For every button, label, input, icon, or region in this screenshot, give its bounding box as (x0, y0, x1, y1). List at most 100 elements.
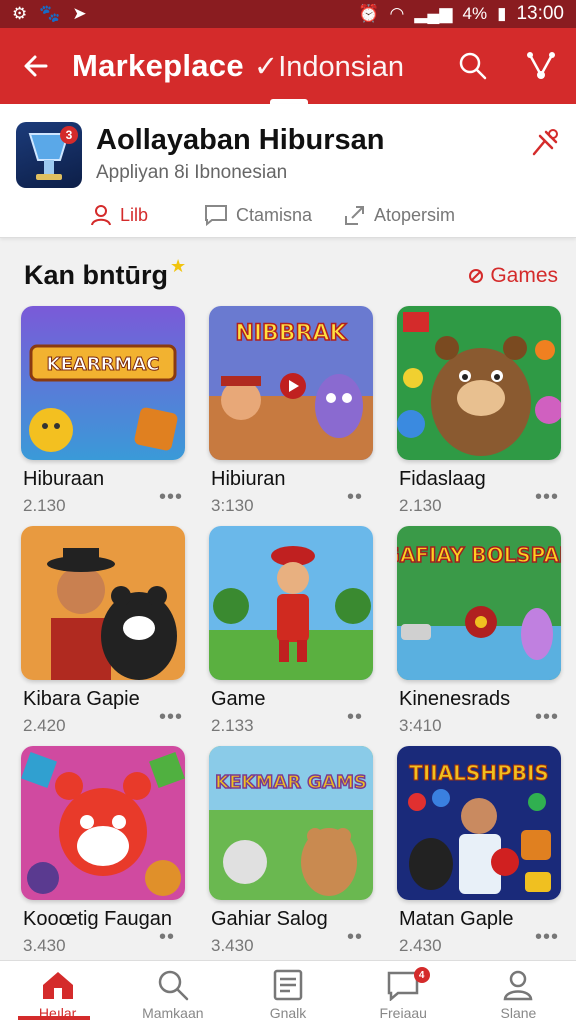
battery-icon: ▮ (497, 4, 507, 23)
games-link[interactable]: Games (468, 264, 558, 288)
battery-text: 4% (462, 4, 488, 23)
share-button[interactable] (516, 46, 566, 86)
clock: 13:00 (516, 3, 564, 24)
more-options-icon[interactable]: ••• (159, 706, 183, 729)
more-options-icon[interactable]: ••• (535, 706, 559, 729)
more-options-icon[interactable]: ••• (159, 486, 183, 509)
game-tile[interactable]: Kibara Gapie 2.420 ••• (21, 526, 185, 744)
game-tile[interactable]: GAFIAY BOLSPAK Kinenesrads 3:410 ••• (397, 526, 561, 744)
cat-icon: 🐾 (39, 4, 61, 23)
section-header: Kan bntūrg ★ Games (0, 250, 576, 300)
search-button[interactable] (448, 46, 498, 86)
more-options-icon[interactable]: ••• (535, 486, 559, 509)
game-count: 2.430 (399, 936, 442, 955)
user-action[interactable]: Lilb (90, 198, 148, 232)
share-icon (527, 52, 555, 79)
game-thumbnail (397, 306, 561, 460)
game-thumbnail: TIIALSHPBIS (397, 746, 561, 900)
pin-icon (532, 129, 558, 156)
page-title: Markeplace (72, 48, 244, 83)
app-bar: Markeplace ✓Indonsian (0, 28, 576, 104)
game-count: 3:410 (399, 716, 442, 735)
home-icon (42, 972, 73, 999)
telegram-icon: ➤ (72, 4, 87, 23)
more-options-icon[interactable]: ••• (535, 926, 559, 949)
language-selector[interactable]: ✓Indonsian (254, 49, 404, 84)
nav-home[interactable]: Heılar (0, 961, 115, 1024)
nav-label: Mamkaan (142, 1005, 204, 1021)
app-icon-badge: 3 (60, 126, 78, 144)
profile-icon (504, 970, 533, 1001)
nav-messages[interactable]: 4 Freiaau (346, 961, 461, 1024)
game-tile[interactable]: Game 2.133 •• (209, 526, 373, 744)
game-name: Kooœtig Faugan (23, 908, 172, 930)
bottom-navigation: Heılar Mamkaan Gnalk 4 Freiaau Slane (0, 960, 576, 1024)
game-thumbnail (209, 526, 373, 680)
more-options-icon[interactable]: •• (159, 926, 175, 949)
notification-badge: 4 (413, 967, 430, 983)
game-tile[interactable]: TIIALSHPBIS Matan Gaple 2.430 ••• (397, 746, 561, 964)
game-tile[interactable]: KEARRMAC Hiburaan 2.130 ••• (21, 306, 185, 524)
game-name: Fidaslaag (399, 468, 486, 490)
comment-action[interactable]: Ctamisna (204, 198, 312, 232)
catalog-icon (273, 969, 303, 1001)
game-count: 2.133 (211, 716, 254, 735)
game-thumbnail: KEARRMAC (21, 306, 185, 460)
user-icon (91, 205, 111, 226)
art-title: KEKMAR GAMS (215, 772, 367, 793)
games-link-label: Games (490, 264, 558, 287)
star-icon: ★ (170, 256, 187, 276)
alarm-icon: ⏰ (358, 4, 380, 23)
art-title: GAFIAY BOLSPAK (397, 543, 561, 567)
game-name: Hibiuran (211, 468, 286, 490)
nav-label: Freiaau (379, 1005, 427, 1021)
pin-button[interactable] (526, 126, 562, 162)
nav-search[interactable]: Mamkaan (115, 961, 230, 1024)
art-title: NIBBRAK (235, 321, 347, 346)
search-icon (459, 52, 487, 80)
game-thumbnail: KEKMAR GAMS (209, 746, 373, 900)
game-tile[interactable]: NIBBRAK Hibiuran 3:130 •• (209, 306, 373, 524)
game-count: 2.420 (23, 716, 66, 735)
game-name: Kibara Gapie (23, 688, 140, 710)
game-count: 3:130 (211, 496, 254, 515)
comment-action-label: Ctamisna (236, 204, 313, 225)
more-options-icon[interactable]: •• (347, 486, 363, 509)
game-count: 3.430 (23, 936, 66, 955)
art-title: KEARRMAC (47, 354, 160, 375)
game-name: Gahiar Salog (211, 908, 328, 930)
game-name: Matan Gaple (399, 908, 514, 930)
status-bar: ⚙ 🐾 ➤ ⏰ ◠ ▂▄▆ 4% ▮ 13:00 (0, 0, 576, 28)
nav-label: Slane (500, 1005, 537, 1021)
gamepad-icon (469, 269, 484, 283)
export-action[interactable]: Atopersim (342, 198, 455, 232)
more-options-icon[interactable]: •• (347, 706, 363, 729)
app-subtitle: Appliyan 8i Ibnonesian (96, 162, 288, 183)
game-count: 2.130 (399, 496, 442, 515)
app-icon[interactable]: 3 (16, 122, 82, 188)
app-name: Aollayaban Hibursan (96, 124, 385, 156)
user-action-label: Lilb (120, 204, 149, 225)
nav-catalog[interactable]: Gnalk (230, 961, 345, 1024)
game-name: Game (211, 688, 266, 710)
export-icon (345, 206, 364, 225)
art-title: TIIALSHPBIS (409, 761, 549, 785)
game-name: Hiburaan (23, 468, 105, 490)
nav-profile[interactable]: Slane (461, 961, 576, 1024)
game-tile[interactable]: KEKMAR GAMS Gahiar Salog 3.430 •• (209, 746, 373, 964)
comment-icon (205, 205, 227, 226)
game-thumbnail (21, 746, 185, 900)
game-thumbnail: GAFIAY BOLSPAK (397, 526, 561, 680)
back-button[interactable] (0, 28, 72, 104)
game-thumbnail: NIBBRAK (209, 306, 373, 460)
wifi-icon: ◠ (389, 4, 405, 23)
more-options-icon[interactable]: •• (347, 926, 363, 949)
game-tile[interactable]: Fidaslaag 2.130 ••• (397, 306, 561, 524)
arrow-left-icon (24, 55, 48, 77)
game-thumbnail (21, 526, 185, 680)
active-tab-indicator (18, 1016, 90, 1020)
export-action-label: Atopersim (374, 204, 456, 225)
game-tile[interactable]: Kooœtig Faugan 3.430 •• (21, 746, 185, 964)
notification-icon: ⚙ (12, 4, 28, 23)
game-count: 2.130 (23, 496, 66, 515)
